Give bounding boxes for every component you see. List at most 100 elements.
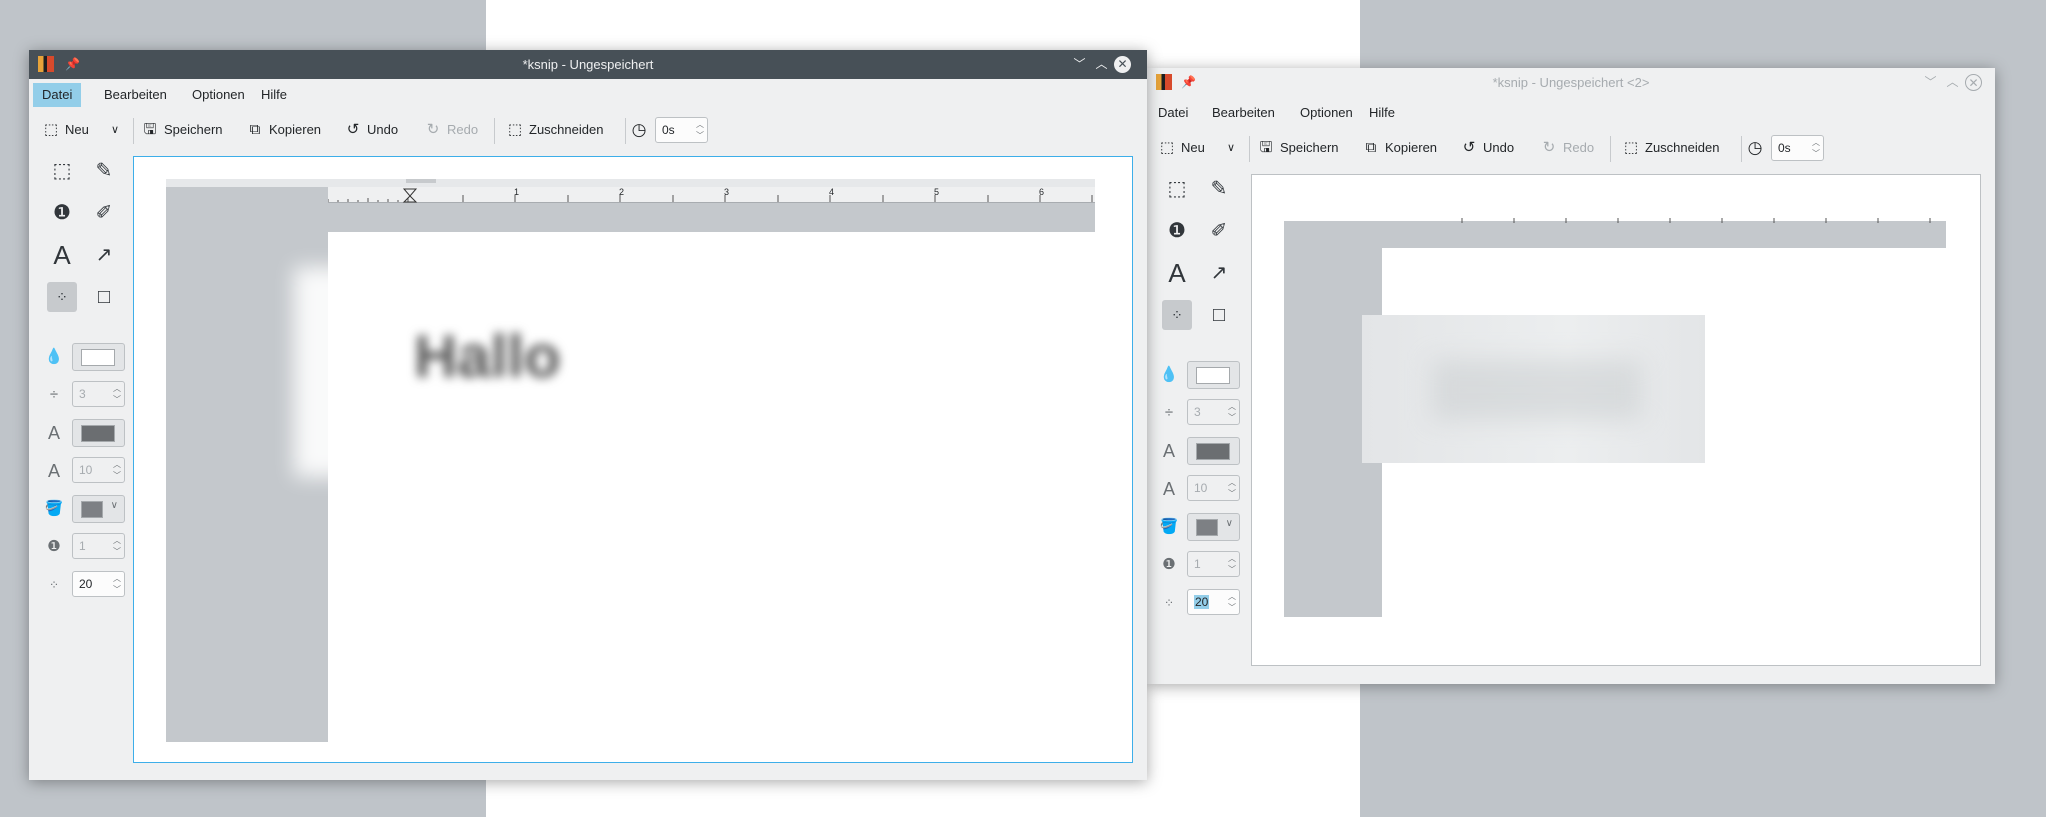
redo-button[interactable]: ↻ Redo [425,118,478,142]
delay-value: 0s [662,123,675,137]
rectangle-tool-icon[interactable]: □ [89,282,119,312]
menu-bearbeiten[interactable]: Bearbeiten [95,83,176,107]
number-tool-icon[interactable]: ❶ [47,198,77,228]
width-value: 3 [1194,405,1201,419]
save-button[interactable]: 🖫 Speichern [142,118,223,142]
blur-tool-icon[interactable]: ⁘ [1162,300,1192,330]
color-swatch [81,349,115,366]
width-spinbox[interactable]: 3 ︿ ﹀ [72,381,125,407]
blur-strength-icon: ⁘ [1163,596,1175,610]
width-icon: ÷ [1164,404,1174,421]
blur-spinbox[interactable]: 20 ︿ ﹀ [72,571,125,597]
crop-button[interactable]: ⬚ Zuschneiden [507,118,604,142]
select-tool-icon[interactable]: ⬚ [1162,174,1192,204]
spin-arrows-icon[interactable]: ︿ ﹀ [1228,477,1236,499]
new-dropdown-button[interactable]: ∨ [107,118,123,142]
spin-arrows-icon[interactable]: ︿ ﹀ [113,535,121,557]
redo-icon: ↻ [1542,139,1556,156]
copy-button[interactable]: ⧉ Kopieren [1363,136,1437,160]
undo-button[interactable]: ↺ Undo [1461,136,1514,160]
spin-arrows-icon[interactable]: ︿ ﹀ [1228,591,1236,613]
fill-picker[interactable]: ∨ [1187,513,1240,541]
copy-icon: ⧉ [249,121,261,138]
redo-button[interactable]: ↻ Redo [1541,136,1594,160]
menu-bearbeiten[interactable]: Bearbeiten [1203,101,1284,125]
number-value: 1 [79,539,86,553]
blur-annotation[interactable] [1362,315,1705,463]
minimize-button[interactable]: ﹀ [1922,74,1939,91]
spin-arrows-icon[interactable]: ︿ ﹀ [113,573,121,595]
save-button[interactable]: 🖫 Speichern [1258,136,1339,160]
select-tool-icon[interactable]: ⬚ [47,156,77,186]
fill-bucket-icon: 🪣 [1159,518,1179,535]
color-picker[interactable] [1187,361,1240,389]
toolbar-separator [1610,136,1611,162]
ruler-ticks [1461,218,1931,223]
new-dropdown-button[interactable]: ∨ [1223,136,1239,160]
font-size-icon: A [1162,479,1175,499]
delay-spinbox[interactable]: 0s ︿ ﹀ [655,117,708,143]
minimize-button[interactable]: ﹀ [1071,56,1088,73]
delay-spinbox[interactable]: 0s ︿ ﹀ [1771,135,1824,161]
number-spinbox[interactable]: 1 ︿ ﹀ [1187,551,1240,577]
undo-button[interactable]: ↺ Undo [345,118,398,142]
spin-arrows-icon[interactable]: ︿ ﹀ [1228,401,1236,423]
marker-tool-icon[interactable]: ✐ [89,198,119,228]
rectangle-tool-icon[interactable]: □ [1204,300,1234,330]
number-spinbox[interactable]: 1 ︿ ﹀ [72,533,125,559]
spin-arrows-icon[interactable]: ︿ ﹀ [113,459,121,481]
text-color-picker[interactable] [1187,437,1240,465]
blur-spinbox[interactable]: 20 ︿ ﹀ [1187,589,1240,615]
pen-tool-icon[interactable]: ✎ [1204,174,1234,204]
annotation-canvas[interactable] [1251,174,1981,666]
arrow-tool-icon[interactable]: ↗ [89,240,119,270]
copy-icon: ⧉ [1365,139,1377,156]
new-button[interactable]: ⬚ Neu [43,118,89,142]
menu-datei[interactable]: Datei [1149,101,1197,125]
blur-tool-icon[interactable]: ⁘ [47,282,77,312]
spin-arrows-icon[interactable]: ︿ ﹀ [113,383,121,405]
marker-tool-icon[interactable]: ✐ [1204,216,1234,246]
chevron-down-icon: ∨ [110,500,118,511]
title-bar[interactable]: 📌 *ksnip - Ungespeichert ﹀ ︿ ✕ [29,50,1147,79]
text-tool-icon[interactable]: A [47,240,77,270]
text-tool-icon[interactable]: A [1162,258,1192,288]
annotation-canvas[interactable]: 1 2 3 4 5 6 Hallo [133,156,1133,763]
width-spinbox[interactable]: 3 ︿ ﹀ [1187,399,1240,425]
menu-datei[interactable]: Datei [33,83,82,107]
new-button[interactable]: ⬚ Neu [1159,136,1205,160]
spin-arrows-icon[interactable]: ︿ ﹀ [696,119,704,141]
width-value: 3 [79,387,86,401]
menu-optionen[interactable]: Optionen [1291,101,1362,125]
spin-arrows-icon[interactable]: ︿ ﹀ [1812,137,1820,159]
window-title: *ksnip - Ungespeichert <2> [1492,75,1650,90]
menu-optionen[interactable]: Optionen [183,83,254,107]
color-picker[interactable] [72,343,125,371]
text-color-icon: A [47,423,60,443]
maximize-button[interactable]: ︿ [1944,74,1961,91]
crop-button[interactable]: ⬚ Zuschneiden [1623,136,1720,160]
menu-hilfe[interactable]: Hilfe [1360,101,1404,125]
close-button[interactable]: ✕ [1965,74,1982,91]
ruler-number: 6 [1039,187,1045,197]
title-bar[interactable]: 📌 *ksnip - Ungespeichert <2> ﹀ ︿ ✕ [1147,68,1995,97]
fill-picker[interactable]: ∨ [72,495,125,523]
screenshot-top-strip [166,179,1095,187]
font-size-spinbox[interactable]: 10 ︿ ﹀ [72,457,125,483]
clock-icon: ◷ [631,120,647,139]
menu-hilfe[interactable]: Hilfe [252,83,296,107]
close-button[interactable]: ✕ [1114,56,1131,73]
number-icon: ❶ [47,538,61,555]
arrow-tool-icon[interactable]: ↗ [1204,258,1234,288]
scroll-handle[interactable] [406,179,436,183]
maximize-button[interactable]: ︿ [1093,56,1110,73]
blurred-text: Hallo [414,323,561,390]
undo-label: Undo [367,122,399,137]
spin-arrows-icon[interactable]: ︿ ﹀ [1228,553,1236,575]
text-color-picker[interactable] [72,419,125,447]
menu-bar: Datei Bearbeiten Optionen Hilfe [1147,97,1995,129]
pen-tool-icon[interactable]: ✎ [89,156,119,186]
copy-button[interactable]: ⧉ Kopieren [247,118,321,142]
number-tool-icon[interactable]: ❶ [1162,216,1192,246]
font-size-spinbox[interactable]: 10 ︿ ﹀ [1187,475,1240,501]
